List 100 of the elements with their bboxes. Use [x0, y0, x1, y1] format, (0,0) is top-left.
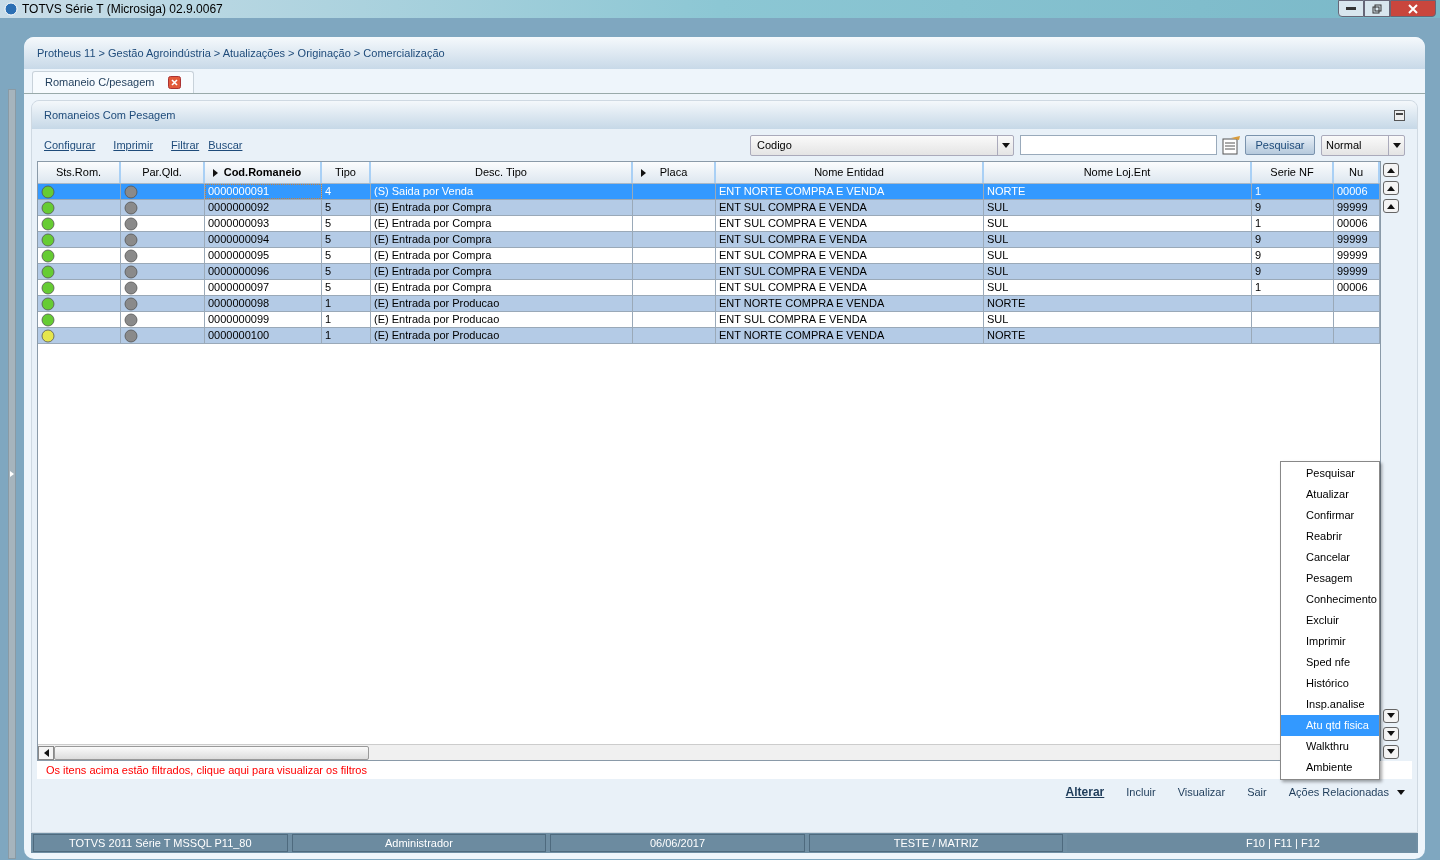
index-dropdown[interactable]: Codigo: [750, 134, 1014, 156]
table-cell: ENT SUL COMPRA E VENDA: [719, 232, 867, 247]
restore-icon: [1372, 3, 1382, 14]
table-cell: (E) Entrada por Compra: [374, 200, 492, 215]
toolbar-link[interactable]: Configurar: [44, 136, 96, 154]
table-cell: 5: [325, 232, 332, 247]
right-triangle-icon: [641, 168, 646, 177]
menu-item[interactable]: Excluir: [1281, 610, 1379, 631]
restore-button[interactable]: [1364, 0, 1390, 17]
table-cell: ENT NORTE COMPRA E VENDA: [719, 184, 885, 199]
quality-dot-icon: [124, 216, 138, 231]
actions-menu-button[interactable]: Ações Relacionadas: [1288, 783, 1405, 801]
tab[interactable]: Romaneio C/pesagem: [32, 71, 195, 93]
table-cell: 5: [325, 264, 332, 279]
quality-dot-icon: [124, 280, 138, 295]
scroll-button[interactable]: [1383, 199, 1399, 213]
table-cell: 0000000091: [208, 184, 270, 199]
close-icon: [1408, 3, 1418, 14]
close-tab-icon[interactable]: [168, 76, 182, 89]
scroll-button[interactable]: [1383, 181, 1399, 195]
menu-item[interactable]: Pesquisar: [1281, 463, 1379, 484]
menu-item[interactable]: Insp.analise: [1281, 694, 1379, 715]
toolbar-link[interactable]: Buscar: [208, 136, 243, 154]
quality-dot-icon: [124, 296, 138, 311]
table-row[interactable]: 0000000092 5 (E) Entrada por Compra ENT SUL COMPRA E VENDA SUL 9 99999: [38, 200, 1380, 216]
table-cell: 99999: [1337, 232, 1368, 247]
right-triangle-icon: [10, 471, 14, 477]
quality-dot-icon: [124, 184, 138, 199]
minimize-button[interactable]: [1338, 0, 1364, 17]
status-text: Administrador: [384, 835, 453, 851]
table-row[interactable]: 0000000096 5 (E) Entrada por Compra ENT SUL COMPRA E VENDA SUL 9 99999: [38, 264, 1380, 280]
left-triangle-icon: [43, 748, 49, 757]
table-row[interactable]: 0000000097 5 (E) Entrada por Compra ENT SUL COMPRA E VENDA SUL 1 00006: [38, 280, 1380, 296]
table-cell: (E) Entrada por Compra: [374, 280, 492, 295]
app-logo-icon: [4, 2, 18, 16]
table-row[interactable]: 0000000094 5 (E) Entrada por Compra ENT SUL COMPRA E VENDA SUL 9 99999: [38, 232, 1380, 248]
table-cell: ENT NORTE COMPRA E VENDA: [719, 296, 885, 311]
caret-icon: [1397, 789, 1405, 795]
table-cell: 0000000096: [208, 264, 270, 279]
up-triangle-icon: [1387, 167, 1395, 173]
right-triangle-icon: [213, 168, 218, 177]
menu-item[interactable]: Ambiente: [1281, 757, 1379, 778]
table-cell: 0000000098: [208, 296, 270, 311]
side-panel-handle[interactable]: [8, 89, 16, 859]
menu-item[interactable]: Walkthru: [1281, 736, 1379, 757]
quality-dot-icon: [124, 200, 138, 215]
minimize-panel-icon[interactable]: [1394, 109, 1405, 121]
table-row[interactable]: 0000000098 1 (E) Entrada por Producao ENT NORTE COMPRA E VENDA NORTE: [38, 296, 1380, 312]
table-cell: SUL: [987, 312, 1009, 327]
toolbar-link[interactable]: Imprimir: [113, 136, 154, 154]
table-cell: (E) Entrada por Compra: [374, 264, 492, 279]
table-cell: SUL: [987, 280, 1009, 295]
action-button[interactable]: Sair: [1247, 783, 1267, 801]
action-button[interactable]: Alterar: [1065, 783, 1105, 801]
search-button[interactable]: Pesquisar: [1245, 135, 1315, 155]
close-button[interactable]: [1390, 0, 1436, 17]
scroll-button[interactable]: [1383, 727, 1399, 741]
scroll-button[interactable]: [1383, 163, 1399, 177]
notepad-icon[interactable]: [1221, 135, 1241, 155]
table-row[interactable]: 0000000099 1 (E) Entrada por Producao ENT SUL COMPRA E VENDA SUL: [38, 312, 1380, 328]
table-cell: 99999: [1337, 264, 1368, 279]
menu-item[interactable]: Atualizar: [1281, 484, 1379, 505]
scrollbar-thumb[interactable]: [54, 745, 369, 760]
table-row[interactable]: 0000000100 1 (E) Entrada por Producao ENT NORTE COMPRA E VENDA NORTE: [38, 328, 1380, 344]
scroll-left-button[interactable]: [38, 745, 54, 760]
table-cell: 1: [325, 328, 332, 343]
menu-item[interactable]: Conhecimento: [1281, 589, 1379, 610]
scroll-button[interactable]: [1383, 745, 1399, 759]
menu-item[interactable]: Reabrir: [1281, 526, 1379, 547]
table-row[interactable]: 0000000093 5 (E) Entrada por Compra ENT SUL COMPRA E VENDA SUL 1 00006: [38, 216, 1380, 232]
down-triangle-icon: [1387, 731, 1395, 737]
table-cell: 00006: [1337, 184, 1368, 199]
toolbar-link[interactable]: Filtrar: [171, 136, 200, 154]
table-row[interactable]: 0000000095 5 (E) Entrada por Compra ENT SUL COMPRA E VENDA SUL 9 99999: [38, 248, 1380, 264]
table-cell: NORTE: [987, 296, 1026, 311]
panel-title: Romaneios Com Pesagem: [44, 107, 176, 123]
mode-dropdown[interactable]: Normal: [1321, 134, 1405, 156]
table-cell: (E) Entrada por Producao: [374, 296, 500, 311]
search-field[interactable]: [1020, 135, 1217, 155]
quality-dot-icon: [124, 248, 138, 263]
menu-item[interactable]: Pesagem: [1281, 568, 1379, 589]
table-cell: 99999: [1337, 248, 1368, 263]
action-button[interactable]: Incluir: [1126, 783, 1156, 801]
table-cell: 0000000097: [208, 280, 270, 295]
table-cell: SUL: [987, 232, 1009, 247]
table-cell: 1: [1255, 280, 1262, 295]
scroll-button[interactable]: [1383, 709, 1399, 723]
table-cell: 0000000099: [208, 312, 270, 327]
menu-item[interactable]: Sped nfe: [1281, 652, 1379, 673]
table-cell: SUL: [987, 200, 1009, 215]
table-cell: SUL: [987, 264, 1009, 279]
action-button[interactable]: Visualizar: [1177, 783, 1226, 801]
caret-icon: [1001, 142, 1010, 148]
menu-item[interactable]: Cancelar: [1281, 547, 1379, 568]
menu-item[interactable]: Confirmar: [1281, 505, 1379, 526]
menu-item[interactable]: Imprimir: [1281, 631, 1379, 652]
table-cell: 0000000092: [208, 200, 270, 215]
filter-note[interactable]: Os itens acima estão filtrados, clique aqui para visualizar os filtros: [46, 761, 367, 779]
table-cell: 00006: [1337, 216, 1368, 231]
menu-item[interactable]: Histórico: [1281, 673, 1379, 694]
